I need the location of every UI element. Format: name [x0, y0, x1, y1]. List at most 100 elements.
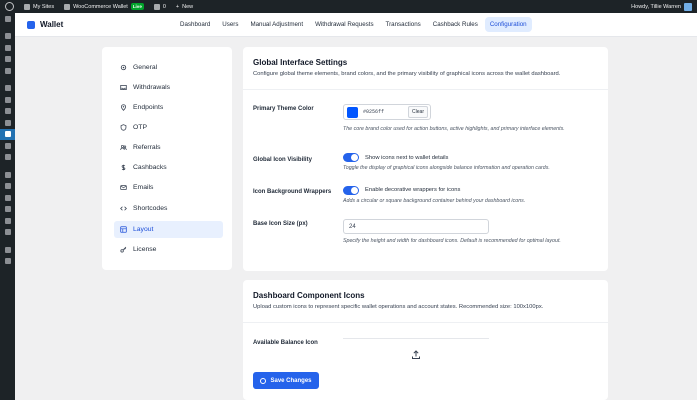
envelope-icon [120, 184, 127, 191]
balance-icon-upload[interactable] [343, 338, 489, 372]
component-icons-title: Dashboard Component Icons [253, 291, 365, 300]
settings-nav: General Withdrawals Endpoints OTP Referr… [102, 47, 232, 270]
new-label: New [182, 3, 194, 10]
tab-manual-adjustment[interactable]: Manual Adjustment [245, 17, 308, 32]
dashboard-menu-icon[interactable] [0, 13, 15, 25]
settings-nav-general[interactable]: General [114, 59, 223, 76]
network-menu-icon[interactable] [0, 244, 15, 256]
plugins-menu-icon[interactable] [0, 181, 15, 193]
my-sites-link[interactable]: My Sites [19, 0, 59, 13]
wordpress-logo-button[interactable] [0, 0, 19, 13]
balance-icon-label: Available Balance Icon [253, 340, 318, 346]
tools-menu-icon[interactable] [0, 204, 15, 216]
upload-icon [411, 347, 421, 365]
pin-menu-icon[interactable] [0, 31, 15, 43]
toggle-knob [351, 187, 358, 194]
sites-icon [24, 3, 30, 10]
settings-nav-endpoints[interactable]: Endpoints [114, 99, 223, 116]
color-swatch[interactable] [347, 106, 358, 118]
people-icon [120, 144, 127, 151]
save-changes-button[interactable]: Save Changes [253, 372, 319, 389]
tab-dashboard[interactable]: Dashboard [175, 17, 215, 32]
settings-nav-label: General [133, 64, 158, 71]
settings-nav-withdrawals[interactable]: Withdrawals [114, 79, 223, 96]
icon-size-input[interactable]: 24 [343, 219, 489, 234]
settings-nav-label: Withdrawals [133, 84, 171, 91]
payments-menu-icon[interactable] [0, 106, 15, 118]
tab-withdrawal-requests[interactable]: Withdrawal Requests [310, 17, 378, 32]
primary-color-picker[interactable]: #0256ff Clear [343, 104, 431, 120]
plugin-brand: Wallet [15, 20, 175, 29]
settings-nav-label: Shortcodes [133, 205, 168, 212]
orders-menu-icon[interactable] [0, 117, 15, 129]
settings-menu-icon[interactable] [0, 215, 15, 227]
component-icons-card: Dashboard Component Icons Upload custom … [243, 280, 608, 400]
my-sites-label: My Sites [33, 3, 55, 10]
wallet-logo-icon [27, 20, 35, 29]
tab-cashback-rules[interactable]: Cashback Rules [428, 17, 483, 32]
greeting-text: Howdy, Tillie Warren [631, 3, 681, 10]
dollar-icon [120, 164, 127, 171]
settings-nav-license[interactable]: License [114, 241, 223, 258]
woocommerce-menu-icon[interactable] [0, 83, 15, 95]
site-name-link[interactable]: WooCommerce Wallet Live [59, 0, 149, 13]
settings-nav-emails[interactable]: Emails [114, 179, 223, 196]
tab-configuration[interactable]: Configuration [484, 17, 532, 32]
icon-wrappers-help: Adds a circular or square background con… [343, 198, 526, 204]
icon-visibility-toggle[interactable] [343, 153, 359, 162]
wallet-menu-icon[interactable] [0, 128, 15, 140]
site-name-label: WooCommerce Wallet [73, 3, 128, 10]
color-hex-value[interactable]: #0256ff [363, 109, 384, 115]
plus-icon: + [175, 3, 180, 10]
comments-link[interactable]: 0 [149, 0, 171, 13]
live-badge: Live [130, 3, 144, 10]
clear-color-button[interactable]: Clear [408, 106, 428, 118]
comments-menu-icon[interactable] [0, 65, 15, 77]
icon-size-help: Specify the height and width for dashboa… [343, 238, 561, 244]
icon-size-label: Base Icon Size (px) [253, 221, 308, 227]
tab-users[interactable]: Users [217, 17, 243, 32]
settings-nav-layout[interactable]: Layout [114, 221, 223, 238]
account-menu[interactable]: Howdy, Tillie Warren [631, 2, 697, 11]
wordpress-icon [5, 2, 14, 11]
icon-wrappers-label: Icon Background Wrappers [253, 189, 332, 195]
interface-settings-card: Global Interface Settings Configure glob… [243, 47, 608, 271]
media-menu-icon[interactable] [0, 42, 15, 54]
extensions-menu-icon[interactable] [0, 227, 15, 239]
shield-icon [120, 124, 127, 131]
component-icons-description: Upload custom icons to represent specifi… [253, 304, 544, 310]
settings-nav-label: Cashbacks [133, 164, 167, 171]
users-menu-icon[interactable] [0, 192, 15, 204]
appearance-menu-icon[interactable] [0, 169, 15, 181]
products-menu-icon[interactable] [0, 94, 15, 106]
icon-wrappers-toggle-text: Enable decorative wrappers for icons [365, 187, 461, 193]
admin-menu [0, 13, 15, 400]
new-content-link[interactable]: + New [171, 0, 198, 13]
settings-nav-cashbacks[interactable]: Cashbacks [114, 159, 223, 176]
settings-nav-label: License [133, 246, 157, 253]
analytics-menu-icon[interactable] [0, 140, 15, 152]
gear-icon [120, 64, 127, 71]
settings-nav-label: Layout [133, 226, 154, 233]
save-changes-label: Save Changes [270, 377, 312, 384]
comment-icon [153, 3, 160, 10]
pages-menu-icon[interactable] [0, 54, 15, 66]
main-tabs: Dashboard Users Manual Adjustment Withdr… [175, 17, 532, 32]
code-icon [120, 205, 127, 212]
settings-nav-otp[interactable]: OTP [114, 119, 223, 136]
settings-nav-referrals[interactable]: Referrals [114, 139, 223, 156]
save-icon [260, 377, 267, 384]
section-divider [243, 322, 608, 323]
icon-visibility-help: Toggle the display of graphical icons al… [343, 165, 550, 171]
icon-wrappers-toggle[interactable] [343, 186, 359, 195]
settings-nav-label: OTP [133, 124, 147, 131]
comments-count: 0 [162, 3, 166, 10]
tab-transactions[interactable]: Transactions [381, 17, 426, 32]
collapse-menu-icon[interactable] [0, 256, 15, 268]
settings-nav-label: Endpoints [133, 104, 164, 111]
marketing-menu-icon[interactable] [0, 152, 15, 164]
plugin-title: Wallet [40, 20, 64, 29]
settings-nav-shortcodes[interactable]: Shortcodes [114, 200, 223, 217]
plugin-header: Wallet Dashboard Users Manual Adjustment… [15, 13, 697, 37]
key-icon [120, 246, 127, 253]
